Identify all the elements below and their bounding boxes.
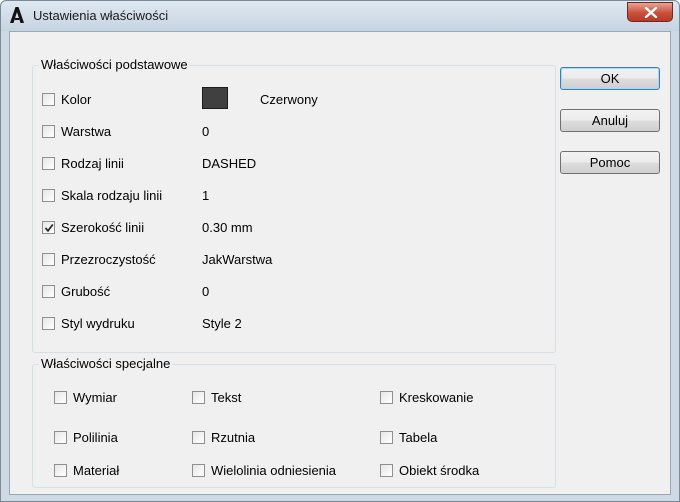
property-row-rodzaj-linii: Rodzaj linii DASHED xyxy=(42,155,542,175)
close-icon xyxy=(644,7,658,18)
property-row-warstwa: Warstwa 0 xyxy=(42,123,542,143)
special-tekst-checkbox[interactable] xyxy=(192,391,205,404)
property-row-styl-wydruku: Styl wydruku Style 2 xyxy=(42,315,542,335)
property-styl-wydruku-checkbox[interactable] xyxy=(42,317,55,330)
property-row-kolor: Kolor Czerwony xyxy=(42,87,542,111)
special-obiekt-srodka-checkbox[interactable] xyxy=(380,464,393,477)
property-label: Szerokość linii xyxy=(61,220,145,235)
property-label: Skala rodzaju linii xyxy=(61,188,163,203)
property-value: Style 2 xyxy=(202,316,242,331)
help-button[interactable]: Pomoc xyxy=(560,151,660,174)
special-item-label: Obiekt środka xyxy=(399,463,480,478)
property-label: Grubość xyxy=(61,284,111,299)
special-tabela-checkbox[interactable] xyxy=(380,431,393,444)
property-value: DASHED xyxy=(202,156,257,171)
basic-properties-legend: Właściwości podstawowe xyxy=(39,57,190,72)
property-value: Czerwony xyxy=(260,92,318,107)
property-kolor-checkbox[interactable] xyxy=(42,93,55,106)
property-rodzaj-linii-checkbox[interactable] xyxy=(42,157,55,170)
checkmark-icon xyxy=(44,223,54,233)
special-item-label: Tekst xyxy=(211,390,242,405)
property-value: 1 xyxy=(202,188,210,203)
dialog-body: Właściwości podstawowe Właściwości specj… xyxy=(9,31,671,495)
special-item-kreskowanie[interactable]: Kreskowanie xyxy=(380,389,550,409)
special-item-label: Wymiar xyxy=(73,390,117,405)
special-kreskowanie-checkbox[interactable] xyxy=(380,391,393,404)
special-item-wielolinia-odniesienia[interactable]: Wielolinia odniesienia xyxy=(192,462,362,482)
property-value: 0 xyxy=(202,284,210,299)
special-properties-legend: Właściwości specjalne xyxy=(39,356,173,371)
property-row-grubosc: Grubość 0 xyxy=(42,283,542,303)
property-value: JakWarstwa xyxy=(202,252,273,267)
property-przezroczystosc-checkbox[interactable] xyxy=(42,253,55,266)
property-label: Rodzaj linii xyxy=(61,156,124,171)
special-polilinia-checkbox[interactable] xyxy=(54,431,67,444)
property-value: 0 xyxy=(202,124,210,139)
color-swatch xyxy=(202,87,228,109)
special-rzutnia-checkbox[interactable] xyxy=(192,431,205,444)
property-skala-rodzaju-linii-checkbox[interactable] xyxy=(42,189,55,202)
property-grubosc-checkbox[interactable] xyxy=(42,285,55,298)
window-title: Ustawienia właściwości xyxy=(33,8,169,23)
special-item-label: Wielolinia odniesienia xyxy=(211,463,337,478)
special-item-label: Tabela xyxy=(399,430,438,445)
property-warstwa-checkbox[interactable] xyxy=(42,125,55,138)
special-item-label: Kreskowanie xyxy=(399,390,474,405)
property-label: Warstwa xyxy=(61,124,112,139)
close-button[interactable] xyxy=(627,2,673,22)
special-material-checkbox[interactable] xyxy=(54,464,67,477)
special-item-label: Polilinia xyxy=(73,430,118,445)
special-item-tekst[interactable]: Tekst xyxy=(192,389,362,409)
properties-dialog: Ustawienia właściwości Właściwości podst… xyxy=(0,0,680,502)
cancel-button[interactable]: Anuluj xyxy=(560,109,660,132)
title-bar[interactable]: Ustawienia właściwości xyxy=(1,1,679,31)
property-label: Styl wydruku xyxy=(61,316,135,331)
property-label: Przezroczystość xyxy=(61,252,156,267)
ok-button[interactable]: OK xyxy=(560,67,660,90)
property-row-szerokosc-linii: Szerokość linii 0.30 mm xyxy=(42,219,542,239)
property-row-przezroczystosc: Przezroczystość JakWarstwa xyxy=(42,251,542,271)
special-item-obiekt-srodka[interactable]: Obiekt środka xyxy=(380,462,550,482)
special-item-tabela[interactable]: Tabela xyxy=(380,429,550,449)
special-item-rzutnia[interactable]: Rzutnia xyxy=(192,429,362,449)
property-szerokosc-linii-checkbox[interactable] xyxy=(42,221,55,234)
special-wielolinia-odniesienia-checkbox[interactable] xyxy=(192,464,205,477)
special-item-label: Rzutnia xyxy=(211,430,256,445)
property-label: Kolor xyxy=(61,92,92,107)
special-item-label: Materiał xyxy=(73,463,120,478)
special-wymiar-checkbox[interactable] xyxy=(54,391,67,404)
app-logo-icon xyxy=(9,6,25,24)
property-row-skala-rodzaju-linii: Skala rodzaju linii 1 xyxy=(42,187,542,207)
property-value: 0.30 mm xyxy=(202,220,253,235)
